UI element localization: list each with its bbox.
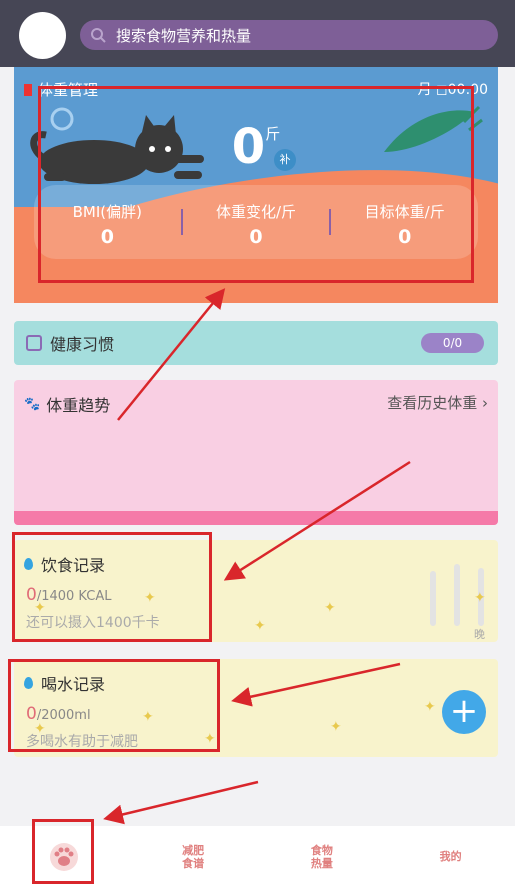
annotation-arrows [103, 288, 411, 825]
